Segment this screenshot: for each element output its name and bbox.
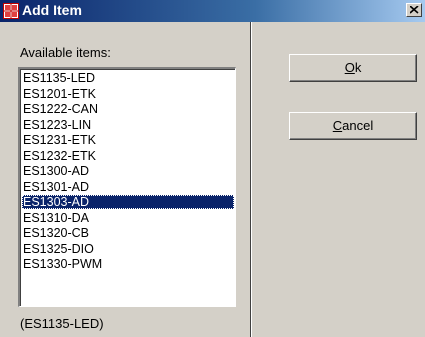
list-item[interactable]: ES1232-ETK <box>22 149 234 163</box>
list-item[interactable]: ES1301-AD <box>22 180 234 194</box>
add-item-icon <box>3 3 19 19</box>
list-item[interactable]: ES1201-ETK <box>22 87 234 101</box>
list-item[interactable]: ES1303-AD <box>22 195 234 209</box>
ok-button-label: Ok <box>344 60 362 75</box>
list-item[interactable]: ES1223-LIN <box>22 118 234 132</box>
ok-button[interactable]: Ok <box>289 54 417 82</box>
available-items-label: Available items: <box>20 45 111 60</box>
list-item[interactable]: ES1330-PWM <box>22 257 234 271</box>
available-items-listbox[interactable]: ES1135-LED ES1201-ETK ES1222-CAN ES1223-LIN… <box>18 67 236 307</box>
panel-divider-highlight <box>251 22 252 337</box>
cancel-button-label: Cancel <box>332 118 374 133</box>
list-item[interactable]: ES1135-LED <box>22 71 234 85</box>
add-item-dialog: Add Item Available items: ES1135-LED ES12… <box>0 0 425 337</box>
list-item[interactable]: ES1300-AD <box>22 164 234 178</box>
list-item[interactable]: ES1231-ETK <box>22 133 234 147</box>
close-button[interactable] <box>406 3 422 17</box>
selected-item-status: (ES1135-LED) <box>20 316 104 331</box>
listbox-content: ES1135-LED ES1201-ETK ES1222-CAN ES1223-LIN… <box>20 69 235 306</box>
cancel-button[interactable]: Cancel <box>289 112 417 140</box>
dialog-title: Add Item <box>22 2 82 18</box>
list-item[interactable]: ES1222-CAN <box>22 102 234 116</box>
list-item[interactable]: ES1320-CB <box>22 226 234 240</box>
list-item[interactable]: ES1310-DA <box>22 211 234 225</box>
list-item[interactable]: ES1325-DIO <box>22 242 234 256</box>
title-bar[interactable]: Add Item <box>0 0 425 22</box>
